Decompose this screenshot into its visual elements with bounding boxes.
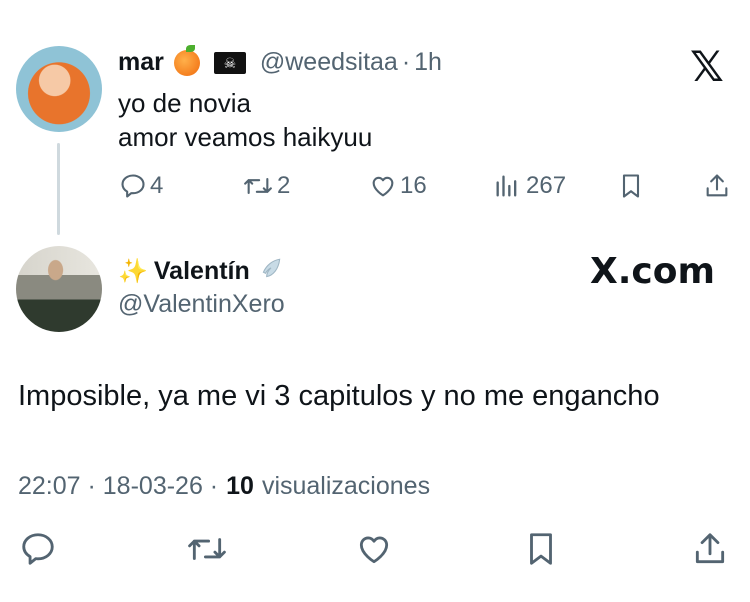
pirate-flag-icon: ☠ (213, 51, 246, 74)
reply-author-handle[interactable]: @ValentinXero (118, 290, 285, 319)
parent-views-count: 267 (526, 172, 567, 199)
retweet-icon (188, 538, 226, 560)
parent-share-button[interactable] (704, 172, 730, 200)
parent-author-handle[interactable]: @weedsitaa (260, 48, 398, 77)
reply-tweet-header: ✨ Valentín (118, 256, 284, 287)
parent-tweet-line1: yo de novia (118, 88, 251, 118)
avatar-valentin[interactable] (16, 246, 102, 332)
orange-emoji-icon (173, 44, 200, 76)
reply-views-label: visualizaciones (261, 472, 431, 500)
reply-like-button[interactable] (354, 530, 394, 568)
parent-reply-button[interactable]: 4 (118, 172, 163, 200)
parent-tweet-line2: amor veamos haikyuu (118, 122, 373, 152)
reply-views-count: 10 (226, 472, 254, 500)
parent-tweet-time[interactable]: 1h (414, 48, 442, 77)
reply-bookmark-button[interactable] (524, 530, 558, 568)
bookmark-icon (622, 174, 640, 198)
share-icon (706, 174, 728, 197)
parent-retweet-count: 2 (277, 172, 291, 199)
reply-date-time[interactable]: 22:07 · 18-03-26 · (18, 472, 218, 501)
parent-bookmark-button[interactable] (619, 172, 643, 200)
parent-author-name[interactable]: mar (118, 48, 164, 77)
share-icon (695, 533, 725, 564)
avatar-mar[interactable] (16, 46, 102, 132)
reply-tweet-text: Imposible, ya me vi 3 capitulos y no me … (18, 380, 660, 412)
parent-tweet-header: mar ☠ @weedsitaa · 1h (118, 44, 442, 77)
wing-icon (258, 256, 284, 287)
retweet-icon (244, 177, 272, 195)
like-icon (372, 176, 394, 197)
like-icon (359, 536, 389, 564)
reply-author-name[interactable]: Valentín (154, 257, 250, 286)
reply-reply-button[interactable] (18, 530, 58, 568)
reply-icon (22, 533, 54, 565)
sparkles-icon: ✨ (118, 258, 148, 285)
bookmark-icon (530, 533, 552, 565)
reply-icon (121, 174, 145, 198)
parent-retweet-button[interactable]: 2 (241, 172, 290, 200)
parent-like-button[interactable]: 16 (368, 172, 427, 200)
reply-tweet-meta: 22:07 · 18-03-26 · 10 visualizaciones (18, 472, 430, 501)
x-logo-icon[interactable]: 𝕏 (690, 44, 724, 90)
separator-dot: · (401, 48, 411, 76)
reply-retweet-button[interactable] (185, 530, 229, 568)
xcom-brand-label[interactable]: X.com (590, 250, 715, 294)
parent-views-button[interactable]: 267 (494, 172, 566, 200)
thread-connector-line (57, 143, 60, 235)
reply-share-button[interactable] (692, 530, 728, 568)
views-icon (496, 175, 517, 197)
parent-reply-count: 4 (150, 172, 164, 199)
parent-like-count: 16 (400, 172, 427, 199)
